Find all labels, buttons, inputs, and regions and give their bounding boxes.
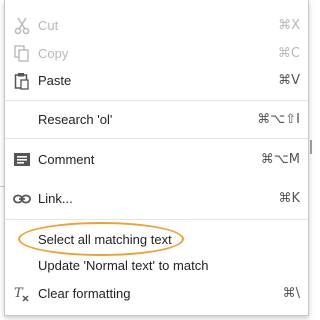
menu-item-paste[interactable]: Paste ⌘V <box>5 67 308 95</box>
menu-item-label: Select all matching text <box>38 232 172 247</box>
menu-item-shortcut: ⌘X <box>278 18 300 33</box>
menu-item-select-all-matching-text[interactable]: Select all matching text <box>5 226 308 254</box>
menu-item-label: Update 'Normal text' to match <box>38 258 209 273</box>
scissors-icon <box>12 16 32 36</box>
menu-item-label: Research 'ol' <box>38 112 113 127</box>
menu-item-cut[interactable]: Cut ⌘X <box>5 12 308 40</box>
page: Cut ⌘X Copy ⌘C Paste ⌘V Research 'ol' ⌘⌥… <box>0 0 317 320</box>
menu-separator <box>5 100 308 101</box>
copy-icon <box>12 44 32 64</box>
menu-item-shortcut: ⌘\ <box>282 286 300 301</box>
menu-item-copy[interactable]: Copy ⌘C <box>5 40 308 68</box>
menu-item-update-normal-text[interactable]: Update 'Normal text' to match <box>5 252 308 280</box>
menu-item-research[interactable]: Research 'ol' ⌘⌥⇧I <box>5 106 308 134</box>
menu-item-label: Comment <box>38 152 95 167</box>
scrollbar-mark <box>310 140 312 154</box>
clear-formatting-icon: T <box>12 284 32 304</box>
menu-separator <box>5 219 308 220</box>
menu-item-shortcut: ⌘⌥M <box>260 152 300 167</box>
menu-item-label: Paste <box>38 73 72 88</box>
comment-icon <box>12 150 32 170</box>
clipboard-icon <box>12 71 32 91</box>
menu-item-label: Cut <box>38 18 59 33</box>
context-menu: Cut ⌘X Copy ⌘C Paste ⌘V Research 'ol' ⌘⌥… <box>4 0 309 316</box>
menu-item-label: Clear formatting <box>38 286 131 301</box>
menu-item-label: Copy <box>38 46 69 61</box>
svg-text:T: T <box>14 286 24 301</box>
menu-item-shortcut: ⌘C <box>277 46 300 61</box>
menu-item-clear-formatting[interactable]: T Clear formatting ⌘\ <box>5 280 308 308</box>
menu-separator <box>5 138 308 139</box>
link-icon <box>12 189 32 209</box>
menu-item-label: Link... <box>38 191 73 206</box>
menu-item-shortcut: ⌘K <box>278 191 300 206</box>
menu-item-link[interactable]: Link... ⌘K <box>5 185 308 213</box>
menu-item-shortcut: ⌘⌥⇧I <box>257 112 300 127</box>
menu-item-comment[interactable]: Comment ⌘⌥M <box>5 146 308 174</box>
menu-item-shortcut: ⌘V <box>278 73 300 88</box>
